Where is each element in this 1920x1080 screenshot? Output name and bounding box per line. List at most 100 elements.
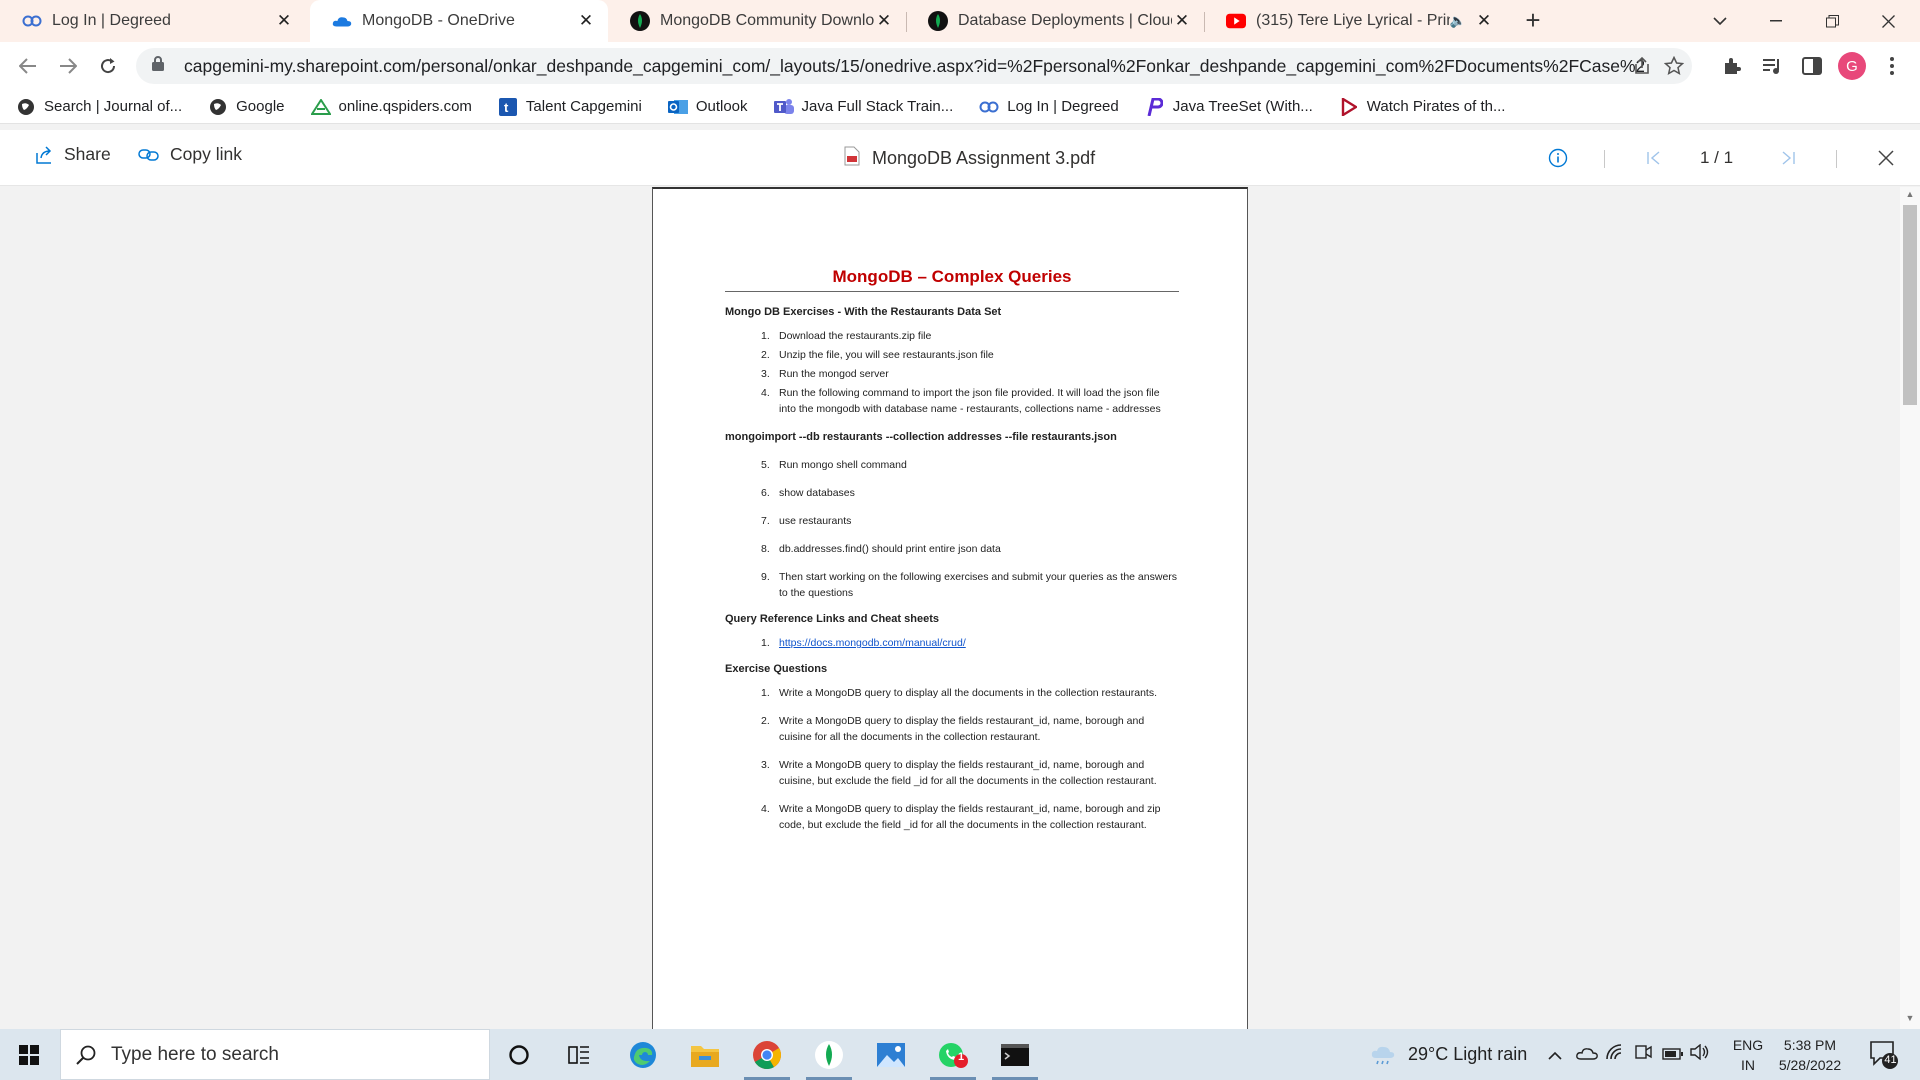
tab-database-deployments[interactable]: Database Deployments | Cloud: M ✕ [906,0,1204,42]
shell-steps-list: 5. Run mongo shell command 6. show databas… [725,457,1179,601]
volume-icon[interactable] [1690,1043,1718,1065]
avatar: G [1838,52,1866,80]
whatsapp-icon[interactable]: 1 [924,1029,982,1080]
weather-widget[interactable]: 29°C Light rain [1370,1029,1527,1080]
address-bar[interactable]: capgemini-my.sharepoint.com/personal/onk… [136,48,1692,84]
bookmarks-bar: Search | Journal of... Google online.qsp… [0,90,1920,124]
wifi-icon[interactable] [1606,1044,1634,1065]
reload-button[interactable] [92,50,124,82]
windows-start-button[interactable] [0,1029,58,1080]
url-text[interactable]: capgemini-my.sharepoint.com/personal/onk… [184,56,1644,77]
chrome-icon[interactable] [738,1029,796,1080]
lock-icon[interactable] [152,56,170,76]
bookmark-outlook[interactable]: Outlook [667,97,748,117]
mongodb-icon [630,11,650,31]
document-title: MongoDB Assignment 3.pdf [844,146,1095,171]
forward-button[interactable] [52,50,84,82]
bookmark-degreed[interactable]: Log In | Degreed [979,97,1119,117]
copy-link-button[interactable]: Copy link [138,144,242,165]
share-button[interactable]: Share [34,144,111,165]
profile-avatar[interactable]: G [1836,50,1868,82]
cortana-icon[interactable] [490,1029,548,1080]
rain-cloud-icon [1371,1046,1395,1064]
pdf-title: MongoDB – Complex Queries [725,267,1179,292]
close-icon[interactable]: ✕ [274,11,294,31]
list-item: 4. Run the following command to import th… [761,387,1161,415]
notification-center-icon[interactable]: 41 [1868,1039,1900,1071]
taskbar-search-box[interactable]: Type here to search [60,1029,490,1080]
terminal-icon[interactable] [986,1029,1044,1080]
close-icon[interactable]: ✕ [576,11,596,31]
teams-icon [773,97,794,117]
docs-link[interactable]: https://docs.mongodb.com/manual/crud/ [779,635,1179,651]
scroll-thumb[interactable] [1903,205,1917,405]
photos-icon[interactable] [862,1029,920,1080]
tray-icons [1548,1029,1718,1080]
tab-degreed[interactable]: Log In | Degreed ✕ [0,0,306,42]
bookmark-label: online.qspiders.com [338,98,472,115]
bookmark-pirates[interactable]: Watch Pirates of th... [1339,97,1505,117]
system-clock[interactable]: 5:38 PM 5/28/2022 [1760,1035,1860,1075]
bookmark-journal[interactable]: Search | Journal of... [16,97,182,117]
vertical-scrollbar[interactable]: ▲ ▼ [1900,187,1920,1029]
first-page-icon[interactable] [1642,146,1666,170]
list-item: 9. Then start working on the following ex… [761,571,1178,599]
tab-youtube[interactable]: (315) Tere Liye Lyrical - Prince 🔈 ✕ [1204,0,1506,42]
edge-icon[interactable] [614,1029,672,1080]
meet-now-icon[interactable] [1634,1044,1662,1065]
minimize-button[interactable] [1748,0,1804,42]
menu-kebab-icon[interactable] [1876,50,1908,82]
weather-text: 29°C Light rain [1408,1044,1528,1064]
search-placeholder: Type here to search [111,1043,279,1065]
bookmark-star-icon[interactable] [1663,55,1685,76]
onedrive-cloud-icon[interactable] [1576,1044,1606,1065]
share-page-icon[interactable] [1632,56,1652,76]
tab-mongodb-download[interactable]: MongoDB Community Download ✕ [608,0,906,42]
close-icon[interactable]: ✕ [874,11,894,31]
bookmark-java-fullstack[interactable]: Java Full Stack Train... [773,97,953,117]
close-icon[interactable]: ✕ [1474,11,1494,31]
bookmark-talent-capgemini[interactable]: t Talent Capgemini [498,97,642,117]
extensions-icon[interactable] [1716,50,1748,82]
pdf-file-icon [844,146,860,171]
speaker-icon[interactable]: 🔈 [1450,13,1466,29]
close-window-button[interactable] [1860,0,1916,42]
p-icon [1145,97,1165,117]
bookmark-qspiders[interactable]: online.qspiders.com [310,97,472,117]
side-panel-icon[interactable] [1796,50,1828,82]
list-item: 1. https://docs.mongodb.com/manual/crud/ [761,635,1179,651]
qspiders-icon [310,97,331,117]
tab-search-icon[interactable] [1692,0,1748,42]
globe-icon [16,97,36,117]
tab-title: MongoDB Community Download [660,12,874,29]
chevron-up-icon[interactable] [1548,1044,1572,1065]
bookmark-java-treeset[interactable]: Java TreeSet (With... [1145,97,1313,117]
back-button[interactable] [12,50,44,82]
last-page-icon[interactable] [1776,146,1800,170]
mongodb-compass-icon[interactable] [800,1029,858,1080]
bookmark-label: Log In | Degreed [1007,98,1119,115]
new-tab-button[interactable]: + [1518,6,1548,36]
tab-strip: Log In | Degreed ✕ MongoDB - OneDrive ✕ … [0,0,1920,42]
scroll-down-arrow[interactable]: ▼ [1900,1013,1920,1027]
list-item: 6. show databases [761,487,855,499]
tab-onedrive[interactable]: MongoDB - OneDrive ✕ [310,0,608,42]
bookmark-google[interactable]: Google [208,97,285,117]
toolbar-divider [1836,150,1837,168]
scroll-up-arrow[interactable]: ▲ [1900,189,1920,203]
document-canvas[interactable]: MongoDB – Complex Queries Mongo DB Exerc… [0,187,1900,1029]
task-view-icon[interactable] [550,1029,608,1080]
close-icon[interactable]: ✕ [1172,11,1192,31]
battery-icon[interactable] [1662,1044,1690,1065]
page-indicator: 1 / 1 [1700,148,1734,167]
degreed-icon [22,11,42,31]
file-explorer-icon[interactable] [676,1029,734,1080]
info-icon[interactable] [1546,146,1570,170]
viewer-header: Share Copy link MongoDB Assignment 3.pdf… [0,130,1920,186]
media-control-icon[interactable] [1756,50,1788,82]
list-item: 5. Run mongo shell command [761,459,907,471]
clock-date: 5/28/2022 [1778,1057,1842,1073]
close-viewer-icon[interactable] [1874,146,1898,170]
restore-button[interactable] [1804,0,1860,42]
list-item: 1. Download the restaurants.zip file [761,330,932,342]
